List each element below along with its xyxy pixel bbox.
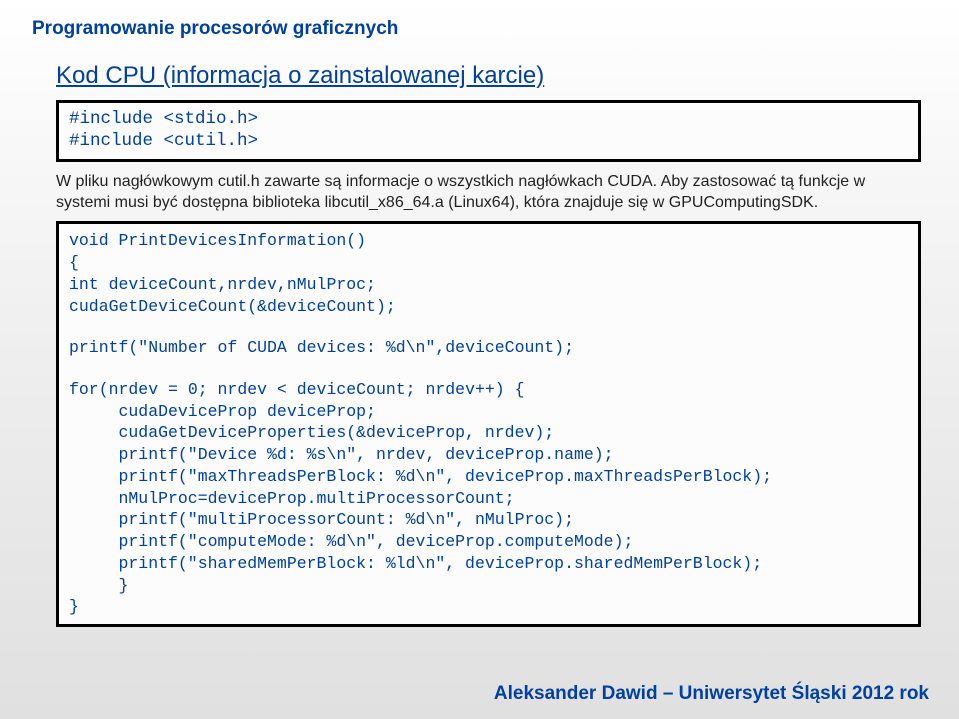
code-line: printf("Device %d: %s\n", nrdev, deviceP… [69,444,908,466]
code-box-includes: #include <stdio.h> #include <cutil.h> [56,100,921,162]
code-line: printf("sharedMemPerBlock: %ld\n", devic… [69,553,908,575]
code-line: #include <cutil.h> [69,131,908,153]
code-line: cudaDeviceProp deviceProp; [69,401,908,423]
header-title: Programowanie procesorów graficznych [32,18,927,40]
code-line: printf("multiProcessorCount: %d\n", nMul… [69,509,908,531]
code-blank-line [69,317,908,337]
code-line: nMulProc=deviceProp.multiProcessorCount; [69,488,908,510]
code-line: #include <stdio.h> [69,109,908,131]
code-line: } [69,596,908,618]
code-line: printf("Number of CUDA devices: %d\n",de… [69,337,908,359]
slide-page: Programowanie procesorów graficznych Kod… [0,0,959,627]
code-line: { [69,252,908,274]
section-title: Kod CPU (informacja o zainstalowanej kar… [56,62,927,90]
code-line: for(nrdev = 0; nrdev < deviceCount; nrde… [69,379,908,401]
note-paragraph: W pliku nagłówkowym cutil.h zawarte są i… [56,172,887,214]
code-line: printf("computeMode: %d\n", deviceProp.c… [69,531,908,553]
code-line: cudaGetDeviceCount(&deviceCount); [69,296,908,318]
code-blank-line [69,359,908,379]
code-line: printf("maxThreadsPerBlock: %d\n", devic… [69,466,908,488]
code-line: } [69,575,908,597]
footer-text: Aleksander Dawid – Uniwersytet Śląski 20… [494,683,929,705]
code-line: void PrintDevicesInformation() [69,230,908,252]
code-line: int deviceCount,nrdev,nMulProc; [69,274,908,296]
code-line: cudaGetDeviceProperties(&deviceProp, nrd… [69,422,908,444]
code-box-function: void PrintDevicesInformation() { int dev… [56,221,921,627]
